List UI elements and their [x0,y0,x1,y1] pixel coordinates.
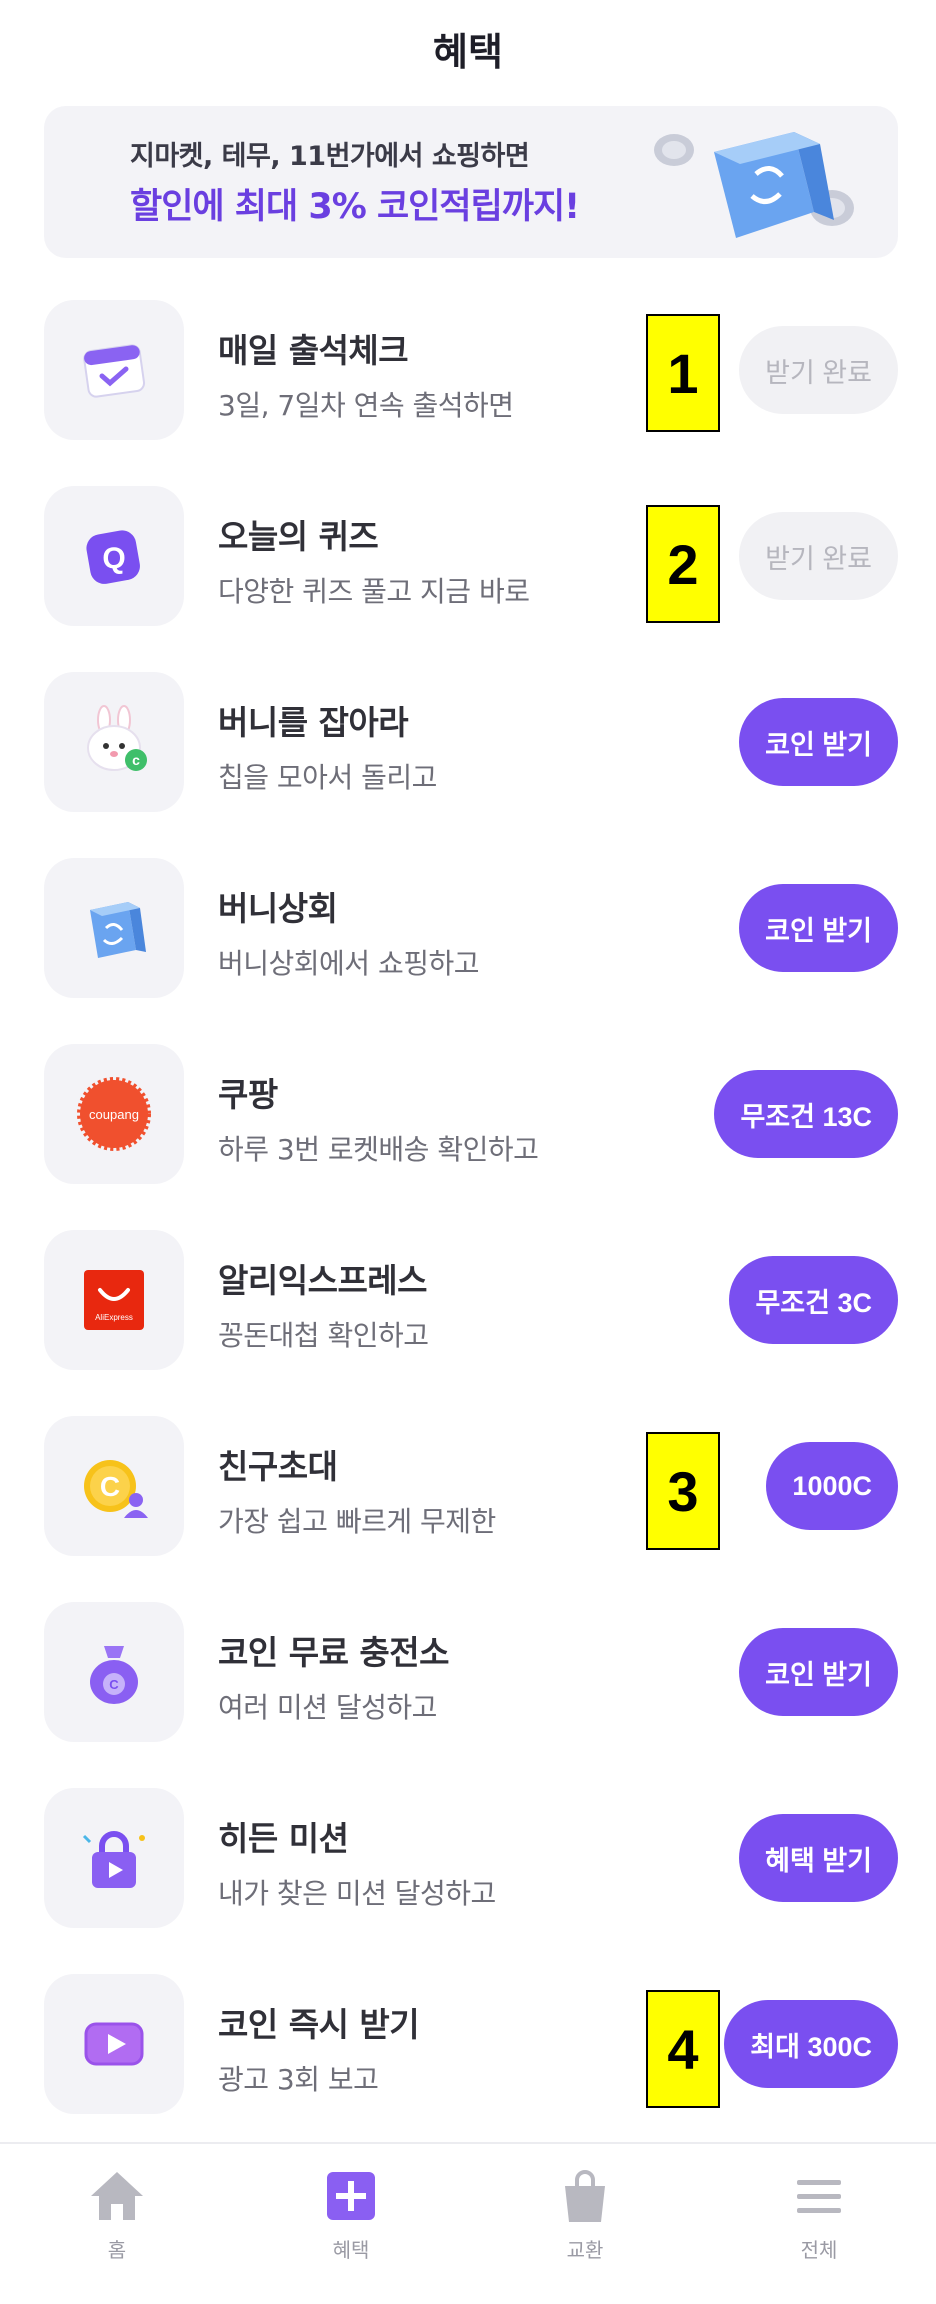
list-item[interactable]: 버니상회 버니상회에서 쇼핑하고 코인 받기 [0,858,936,998]
video-play-icon [44,1974,184,2114]
banner-text-line1: 지마켓, 테무, 11번가에서 쇼핑하면 [130,141,530,172]
banner-coins-bag-illustration [654,132,854,238]
item-subtitle: 여러 미션 달성하고 [218,1691,437,1724]
list-item[interactable]: 히든 미션 내가 찾은 미션 달성하고 혜택 받기 [0,1788,936,1928]
list-item[interactable]: Q 오늘의 퀴즈 다양한 퀴즈 풀고 지금 바로 받기 완료 [0,486,936,626]
list-item[interactable]: AliExpress 알리익스프레스 꽁돈대첩 확인하고 무조건 3C [0,1230,936,1370]
nav-label: 혜택 [332,2238,370,2262]
promo-banner[interactable]: 지마켓, 테무, 11번가에서 쇼핑하면 할인에 최대 3% 코인적립까지! [44,106,898,258]
item-subtitle: 광고 3회 보고 [218,2063,379,2096]
invite-coin-icon: C [44,1416,184,1556]
nav-all[interactable]: 전체 [702,2166,936,2286]
benefits-page: 혜택 지마켓, 테무, 11번가에서 쇼핑하면 할인에 최대 3% 코인적립까지… [0,0,936,2304]
item-subtitle: 가장 쉽고 빠르게 무제한 [218,1505,496,1538]
bag-icon [565,2170,605,2222]
item-subtitle: 내가 찾은 미션 달성하고 [218,1877,496,1910]
nav-home[interactable]: 홈 [0,2166,234,2286]
item-title: 히든 미션 [218,1819,349,1858]
svg-text:c: c [132,752,140,768]
nav-benefits[interactable]: 혜택 [234,2166,468,2286]
item-title: 친구초대 [218,1447,338,1486]
item-subtitle: 3일, 7일차 연속 출석하면 [218,389,514,422]
item-subtitle: 하루 3번 로켓배송 확인하고 [218,1133,539,1166]
reward-1000c-button[interactable]: 1000C [766,1442,898,1530]
svg-text:C: C [109,1677,119,1692]
item-subtitle: 꽁돈대첩 확인하고 [218,1319,429,1352]
nav-label: 홈 [107,2238,127,2262]
bottom-nav: 홈 혜택 교환 전체 [0,2142,936,2304]
item-title: 코인 즉시 받기 [218,2005,420,2044]
home-icon [91,2172,143,2220]
annotation-marker-4: 4 [646,1990,720,2108]
nav-label: 교환 [566,2238,604,2262]
item-subtitle: 다양한 퀴즈 풀고 지금 바로 [218,575,530,608]
list-item[interactable]: c 버니를 잡아라 칩을 모아서 돌리고 코인 받기 [0,672,936,812]
reward-13c-button[interactable]: 무조건 13C [714,1070,898,1158]
list-item[interactable]: C 친구초대 가장 쉽고 빠르게 무제한 1000C [0,1416,936,1556]
list-item[interactable]: 코인 즉시 받기 광고 3회 보고 최대 300C [0,1974,936,2114]
aliexpress-logo-text: AliExpress [95,1313,133,1322]
calendar-check-icon [44,300,184,440]
annotation-marker-1: 1 [646,314,720,432]
locked-video-icon [44,1788,184,1928]
banner-text-line2: 할인에 최대 3% 코인적립까지! [130,187,580,227]
item-title: 버니를 잡아라 [218,703,409,742]
item-subtitle: 칩을 모아서 돌리고 [218,761,437,794]
menu-icon [797,2180,841,2213]
get-coin-button[interactable]: 코인 받기 [739,884,898,972]
svg-text:C: C [100,1471,120,1502]
reward-max-300c-button[interactable]: 최대 300C [724,2000,898,2088]
coin-pouch-icon: C [44,1602,184,1742]
annotation-marker-2: 2 [646,505,720,623]
reward-3c-button[interactable]: 무조건 3C [729,1256,898,1344]
header: 혜택 [0,0,936,96]
list-item[interactable]: C 코인 무료 충전소 여러 미션 달성하고 코인 받기 [0,1602,936,1742]
nav-exchange[interactable]: 교환 [468,2166,702,2286]
annotation-marker-3: 3 [646,1432,720,1550]
nav-label: 전체 [800,2238,838,2262]
list-item[interactable]: 매일 출석체크 3일, 7일차 연속 출석하면 받기 완료 [0,300,936,440]
received-button[interactable]: 받기 완료 [739,326,898,414]
shopping-bag-icon [44,858,184,998]
quiz-q-icon: Q [44,486,184,626]
item-subtitle: 버니상회에서 쇼핑하고 [218,947,480,980]
bunny-icon: c [44,672,184,812]
received-button[interactable]: 받기 완료 [739,512,898,600]
item-title: 버니상회 [218,889,338,928]
page-title: 혜택 [433,29,503,74]
item-title: 쿠팡 [218,1075,278,1114]
item-title: 매일 출석체크 [218,331,409,370]
item-title: 오늘의 퀴즈 [218,517,379,556]
get-coin-button[interactable]: 코인 받기 [739,698,898,786]
svg-text:Q: Q [102,542,125,575]
aliexpress-logo-icon: AliExpress [44,1230,184,1370]
item-title: 알리익스프레스 [218,1261,428,1300]
plus-box-icon [327,2172,375,2220]
item-title: 코인 무료 충전소 [218,1633,450,1672]
list-item[interactable]: coupang 쿠팡 하루 3번 로켓배송 확인하고 무조건 13C [0,1044,936,1184]
get-coin-button[interactable]: 코인 받기 [739,1628,898,1716]
coupang-logo-icon: coupang [44,1044,184,1184]
get-benefit-button[interactable]: 혜택 받기 [739,1814,898,1902]
coupang-logo-text: coupang [89,1107,139,1122]
